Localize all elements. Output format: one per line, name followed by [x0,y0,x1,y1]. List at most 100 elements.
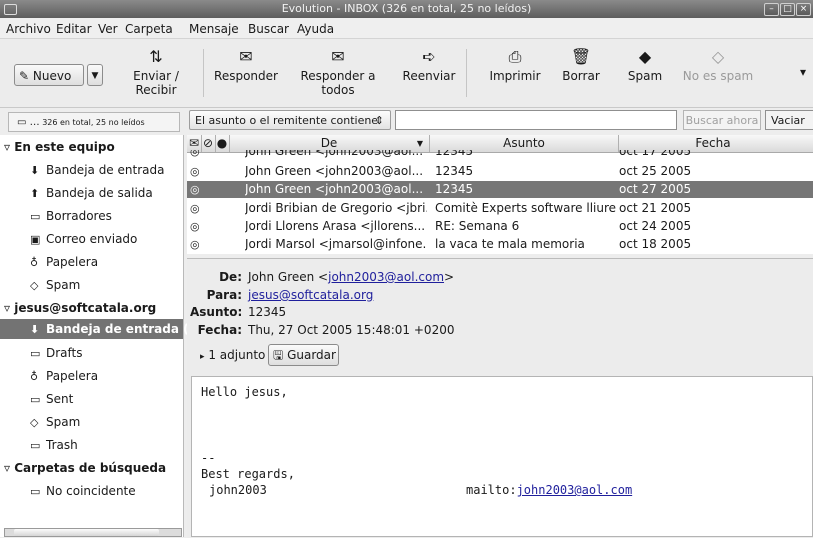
folder-drafts-local[interactable]: ▭ Borradores [30,209,112,223]
menu-carpeta[interactable]: Carpeta [125,22,173,36]
folder-trash2-account[interactable]: ▭ Trash [30,438,78,452]
folder-icon: ▭ [30,347,41,360]
search-input[interactable] [395,110,677,130]
folder-group-search[interactable]: ▿ Carpetas de búsqueda [4,461,166,475]
new-message-icon: ✎ [19,69,30,83]
body-line: john2003 [209,483,267,497]
read-status-icon: ◎ [190,150,200,158]
message-row[interactable]: ◎ Jordi Llorens Arasa <jllorens... RE: S… [187,218,813,235]
message-row[interactable]: ◎ John Green <john2003@aol... 12345 oct … [187,150,813,160]
folder-sent-account[interactable]: ▭ Sent [30,392,73,406]
attachment-toggle[interactable]: ▸ 1 adjunto [200,348,265,362]
search-criteria-select[interactable]: El asunto o el remitente contiene ⇕ [189,110,391,130]
folder-icon: ▭ [30,439,41,452]
menu-buscar[interactable]: Buscar [248,22,289,36]
date-value: Thu, 27 Oct 2005 15:48:01 +0200 [248,323,455,337]
folder-sent-local[interactable]: ▣ Correo enviado [30,232,137,246]
expander-icon[interactable]: ▿ [4,461,10,475]
trash-icon: ♁ [30,370,39,383]
from-label: De: [219,270,242,284]
folder-icon: ▭ [30,485,41,498]
mailto-link[interactable]: john2003@aol.com [517,483,633,497]
message-row[interactable]: ◎ Jordi Bribian de Gregorio <jbri... Com… [187,200,813,217]
reply-all-button[interactable]: ✉ Responder a todos [283,47,393,97]
message-row[interactable]: ◎ John Green <john2003@aol... 12345 oct … [187,163,813,180]
inbox-icon: ⬇ [30,164,40,177]
toolbar: ✎ Nuevo ▼ ⇅ Enviar / Recibir ✉ Responder… [0,39,813,108]
outbox-icon: ⬆ [30,187,40,200]
menu-mensaje[interactable]: Mensaje [189,22,239,36]
title-bar: Evolution - INBOX (326 en total, 25 no l… [0,0,813,18]
folder-unmatched[interactable]: ▭ No coincidente [30,484,136,498]
new-dropdown-button[interactable]: ▼ [87,64,103,86]
subject-value: 12345 [248,305,287,319]
folder-icon: ▭ [30,393,41,406]
spam-button[interactable]: ◆ Spam [620,47,670,83]
reply-all-icon: ✉ [331,47,345,66]
menu-archivo[interactable]: Archivo [6,22,51,36]
mailto-line: mailto:john2003@aol.com [466,483,633,497]
reply-button[interactable]: ✉ Responder [210,47,282,83]
save-attachment-button[interactable]: 🖫 Guardar [268,344,339,366]
reply-icon: ✉ [239,47,253,66]
sent-icon: ▣ [30,233,41,246]
message-row-selected[interactable]: ◎ John Green <john2003@aol... 12345 oct … [187,181,813,198]
message-body: Hello jesus, -- Best regards, john2003 m… [191,376,813,537]
not-spam-icon: ◇ [711,47,725,66]
minimize-icon[interactable]: – [764,3,779,16]
clear-search-button[interactable]: Vaciar [765,110,813,130]
folder-outbox-local[interactable]: ⬆ Bandeja de salida [30,186,153,200]
menu-ver[interactable]: Ver [98,22,118,36]
forward-button[interactable]: ➪ Reenviar [398,47,460,83]
maximize-icon[interactable]: □ [780,3,795,16]
spam-icon: ◇ [30,279,39,292]
to-email-link[interactable]: jesus@softcatala.org [248,288,373,302]
folder-status-icon: ▭ … [17,117,40,128]
trash-icon: 🗑 [570,47,592,66]
not-spam-button[interactable]: ◇ No es spam [680,47,756,83]
folder-spam-local[interactable]: ◇ Spam [30,278,80,292]
send-receive-button[interactable]: ⇅ Enviar / Recibir [112,47,200,97]
folder-status: ▭ … 326 en total, 25 no leídos [8,112,180,132]
folder-icon: ▭ [30,210,41,223]
to-label: Para: [206,288,242,302]
folder-inbox-local[interactable]: ⬇ Bandeja de entrada [30,163,164,177]
folder-drafts-account[interactable]: ▭ Drafts [30,346,83,360]
date-label: Fecha: [197,323,242,337]
body-line: -- [201,451,216,465]
message-row[interactable]: ◎ Jordi Marsol <jmarsol@infone... la vac… [187,236,813,253]
new-button[interactable]: ✎ Nuevo [14,64,84,86]
folder-trash-account[interactable]: ♁ Papelera [30,369,98,383]
spinner-arrows-icon: ⇕ [374,114,384,127]
folder-inbox-account[interactable]: ⬇ Bandeja de entrada ( [30,322,189,336]
sidebar-scrollbar-thumb[interactable] [14,529,159,536]
menu-ayuda[interactable]: Ayuda [297,22,334,36]
expander-icon: ▸ [200,352,205,362]
folder-trash-local[interactable]: ♁ Papelera [30,255,98,269]
folder-spam-account[interactable]: ◇ Spam [30,415,80,429]
folder-group-local[interactable]: ▿ En este equipo [4,140,115,154]
expander-icon[interactable]: ▿ [4,301,10,315]
menu-bar: Archivo Editar Ver Carpeta Mensaje Busca… [0,18,813,39]
read-status-icon: ◎ [190,202,200,215]
print-button[interactable]: ⎙ Imprimir [480,47,550,83]
trash-icon: ♁ [30,256,39,269]
spam-icon: ◇ [30,416,39,429]
close-icon[interactable]: × [796,3,811,16]
spam-icon: ◆ [638,47,652,66]
from-value: John Green <john2003@aol.com> [248,270,455,284]
body-line: Hello jesus, [201,385,288,399]
from-email-link[interactable]: john2003@aol.com [328,270,444,284]
toolbar-overflow-icon[interactable]: ▾ [796,65,810,79]
read-status-icon: ◎ [190,238,200,251]
menu-editar[interactable]: Editar [56,22,92,36]
search-now-button[interactable]: Buscar ahora [683,110,761,130]
expander-icon[interactable]: ▿ [4,140,10,154]
toolbar-separator [203,49,204,97]
forward-icon: ➪ [422,47,436,66]
folder-group-account[interactable]: ▿ jesus@softcatala.org [4,301,156,315]
save-icon: 🖫 [273,348,284,362]
delete-button[interactable]: 🗑 Borrar [556,47,606,83]
read-status-icon: ◎ [190,165,200,178]
inbox-icon: ⬇ [30,323,40,336]
